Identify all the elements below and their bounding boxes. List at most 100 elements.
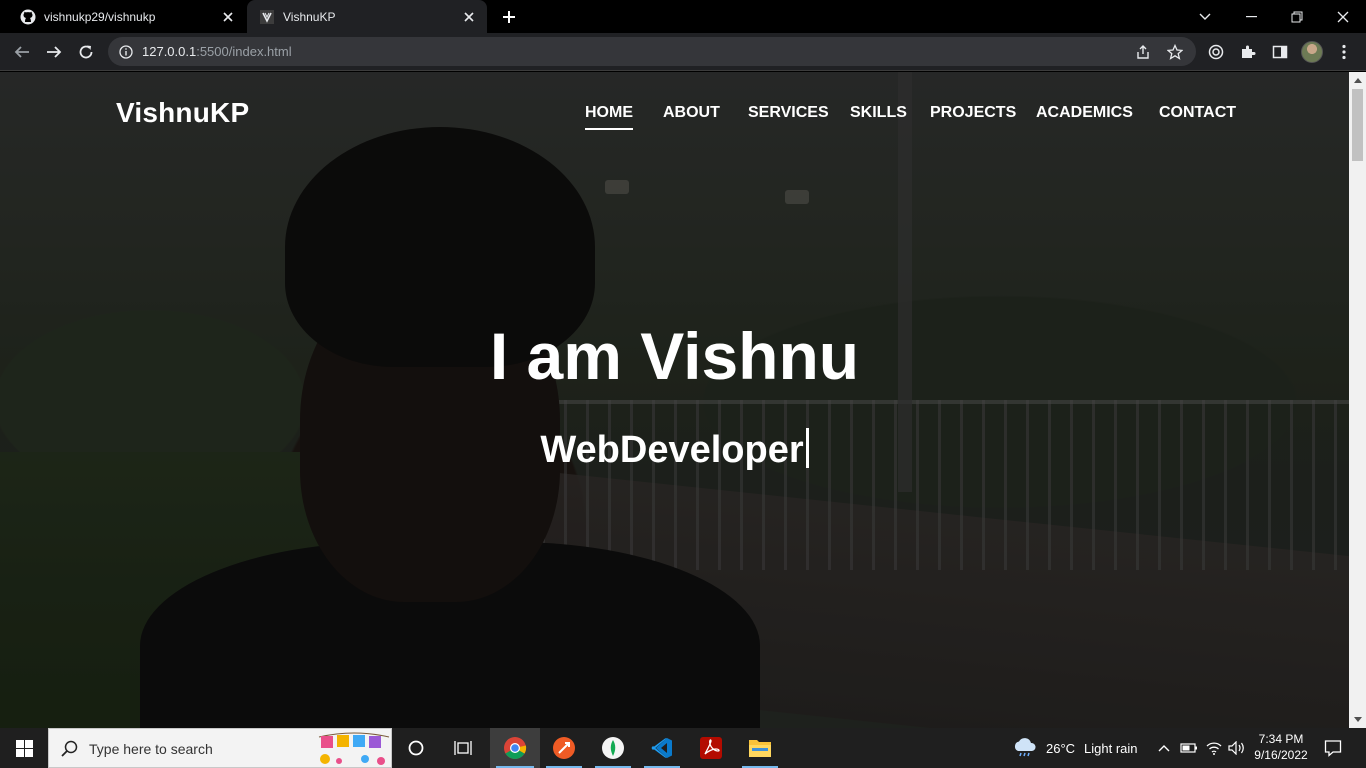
- rain-cloud-icon: [1014, 738, 1036, 757]
- hero-typing-line: WebDeveloper: [0, 428, 1349, 472]
- search-highlight-illustration-icon: [318, 732, 390, 765]
- github-icon: [20, 9, 36, 25]
- acrobat-icon: [700, 737, 722, 759]
- task-view-icon: [454, 741, 472, 755]
- clock-time: 7:34 PM: [1258, 732, 1304, 746]
- extensions-button[interactable]: [1234, 38, 1262, 66]
- restore-button[interactable]: [1274, 0, 1320, 33]
- puzzle-icon: [1242, 45, 1256, 58]
- network-status[interactable]: [1203, 728, 1225, 768]
- postman-icon: [553, 737, 575, 759]
- weather-description: Light rain: [1084, 740, 1138, 756]
- site-favicon-icon: [259, 9, 275, 25]
- scroll-down-arrow-icon[interactable]: [1349, 711, 1366, 728]
- tab-github[interactable]: vishnukp29/vishnukp: [8, 0, 246, 33]
- url-text[interactable]: 127.0.0.1:5500/index.html: [142, 44, 292, 59]
- page-scrollbar[interactable]: [1349, 72, 1366, 728]
- side-panel-button[interactable]: [1266, 38, 1294, 66]
- tab-search-button[interactable]: [1182, 0, 1228, 33]
- battery-charging-icon: [1180, 743, 1197, 753]
- chrome-icon: [504, 737, 527, 759]
- browser-tab-strip: vishnukp29/vishnukp VishnuKP: [0, 0, 1366, 33]
- address-bar[interactable]: 127.0.0.1:5500/index.html: [108, 37, 1196, 66]
- close-window-button[interactable]: [1320, 0, 1366, 33]
- file-explorer-icon: [749, 740, 771, 757]
- cortana-button[interactable]: [394, 728, 438, 768]
- forward-arrow-icon: [47, 46, 62, 58]
- tab-github-close-icon[interactable]: [220, 9, 236, 25]
- extension-target-button[interactable]: [1202, 38, 1230, 66]
- page-viewport: VishnuKP HOME ABOUT SERVICES SKILLS PROJ…: [0, 72, 1349, 728]
- new-tab-button[interactable]: [498, 6, 520, 28]
- nav-about[interactable]: ABOUT: [663, 104, 720, 122]
- tab-github-title: vishnukp29/vishnukp: [44, 9, 156, 24]
- hero-title: I am Vishnu: [489, 319, 860, 393]
- site-info-icon[interactable]: [117, 43, 135, 61]
- bg-dark-overlay: [0, 72, 1349, 728]
- volume-control[interactable]: [1226, 728, 1248, 768]
- chrome-menu-button[interactable]: [1330, 38, 1358, 66]
- url-host: 127.0.0.1: [142, 44, 197, 59]
- taskbar-app-acrobat[interactable]: [687, 728, 735, 768]
- windows-taskbar: Type here to search 26°C Light rain 7:34…: [0, 728, 1366, 768]
- search-placeholder: Type here to search: [89, 741, 213, 757]
- site-nav: HOME ABOUT SERVICES SKILLS PROJECTS ACAD…: [0, 104, 1349, 134]
- bookmark-star-icon[interactable]: [1166, 43, 1184, 61]
- close-icon: [1337, 11, 1349, 22]
- taskbar-search-box[interactable]: Type here to search: [48, 728, 392, 768]
- weather-temperature: 26°C: [1046, 740, 1076, 756]
- minimize-button[interactable]: [1228, 0, 1274, 33]
- url-path: :5500/index.html: [196, 44, 292, 59]
- nav-projects[interactable]: PROJECTS: [930, 104, 1016, 122]
- minimize-icon: [1245, 15, 1257, 17]
- scroll-up-arrow-icon[interactable]: [1349, 72, 1366, 89]
- action-center-button[interactable]: [1316, 728, 1350, 768]
- taskbar-clock[interactable]: 7:34 PM 9/16/2022: [1246, 731, 1316, 763]
- side-panel-icon: [1272, 45, 1288, 59]
- notification-icon: [1324, 740, 1342, 757]
- back-button[interactable]: [8, 38, 36, 66]
- tab-vishnukp-title: VishnuKP: [283, 9, 336, 24]
- vscode-icon: [651, 738, 672, 758]
- kebab-menu-icon: [1342, 44, 1346, 60]
- forward-button[interactable]: [40, 38, 68, 66]
- browser-toolbar: 127.0.0.1:5500/index.html: [0, 33, 1366, 71]
- cortana-circle-icon: [408, 740, 424, 756]
- weather-widget[interactable]: 26°C Light rain: [1012, 728, 1148, 768]
- reload-icon: [79, 45, 93, 59]
- typing-cursor: [805, 428, 809, 468]
- taskbar-app-vscode[interactable]: [638, 728, 686, 768]
- target-icon: [1208, 44, 1224, 60]
- nav-services[interactable]: SERVICES: [748, 104, 829, 122]
- chevron-down-icon: [1199, 13, 1211, 20]
- profile-avatar[interactable]: [1301, 41, 1323, 63]
- taskbar-app-mongodb-compass[interactable]: [589, 728, 637, 768]
- nav-academics[interactable]: ACADEMICS: [1036, 104, 1133, 122]
- show-hidden-icons-button[interactable]: [1155, 728, 1173, 768]
- taskbar-app-chrome[interactable]: [490, 728, 540, 768]
- plus-icon: [503, 11, 515, 23]
- hero-subtitle: WebDeveloper: [540, 429, 804, 471]
- tab-vishnukp[interactable]: VishnuKP: [247, 0, 487, 33]
- task-view-button[interactable]: [441, 728, 485, 768]
- nav-contact[interactable]: CONTACT: [1159, 104, 1236, 122]
- nav-home[interactable]: HOME: [585, 104, 633, 130]
- nav-skills[interactable]: SKILLS: [850, 104, 907, 122]
- taskbar-app-file-explorer[interactable]: [736, 728, 784, 768]
- scrollbar-thumb[interactable]: [1352, 89, 1363, 161]
- reload-button[interactable]: [72, 38, 100, 66]
- wifi-icon: [1206, 742, 1222, 755]
- restore-icon: [1291, 11, 1303, 22]
- clock-date: 9/16/2022: [1254, 748, 1308, 762]
- tab-vishnukp-close-icon[interactable]: [461, 9, 477, 25]
- taskbar-app-postman[interactable]: [540, 728, 588, 768]
- back-arrow-icon: [14, 46, 29, 58]
- search-icon: [61, 740, 78, 762]
- battery-status[interactable]: [1178, 728, 1200, 768]
- chevron-up-icon: [1158, 745, 1170, 752]
- mongodb-compass-icon: [602, 737, 624, 759]
- windows-logo-icon: [15, 739, 33, 757]
- share-icon[interactable]: [1134, 43, 1152, 61]
- speaker-icon: [1228, 741, 1244, 755]
- start-button[interactable]: [0, 728, 48, 768]
